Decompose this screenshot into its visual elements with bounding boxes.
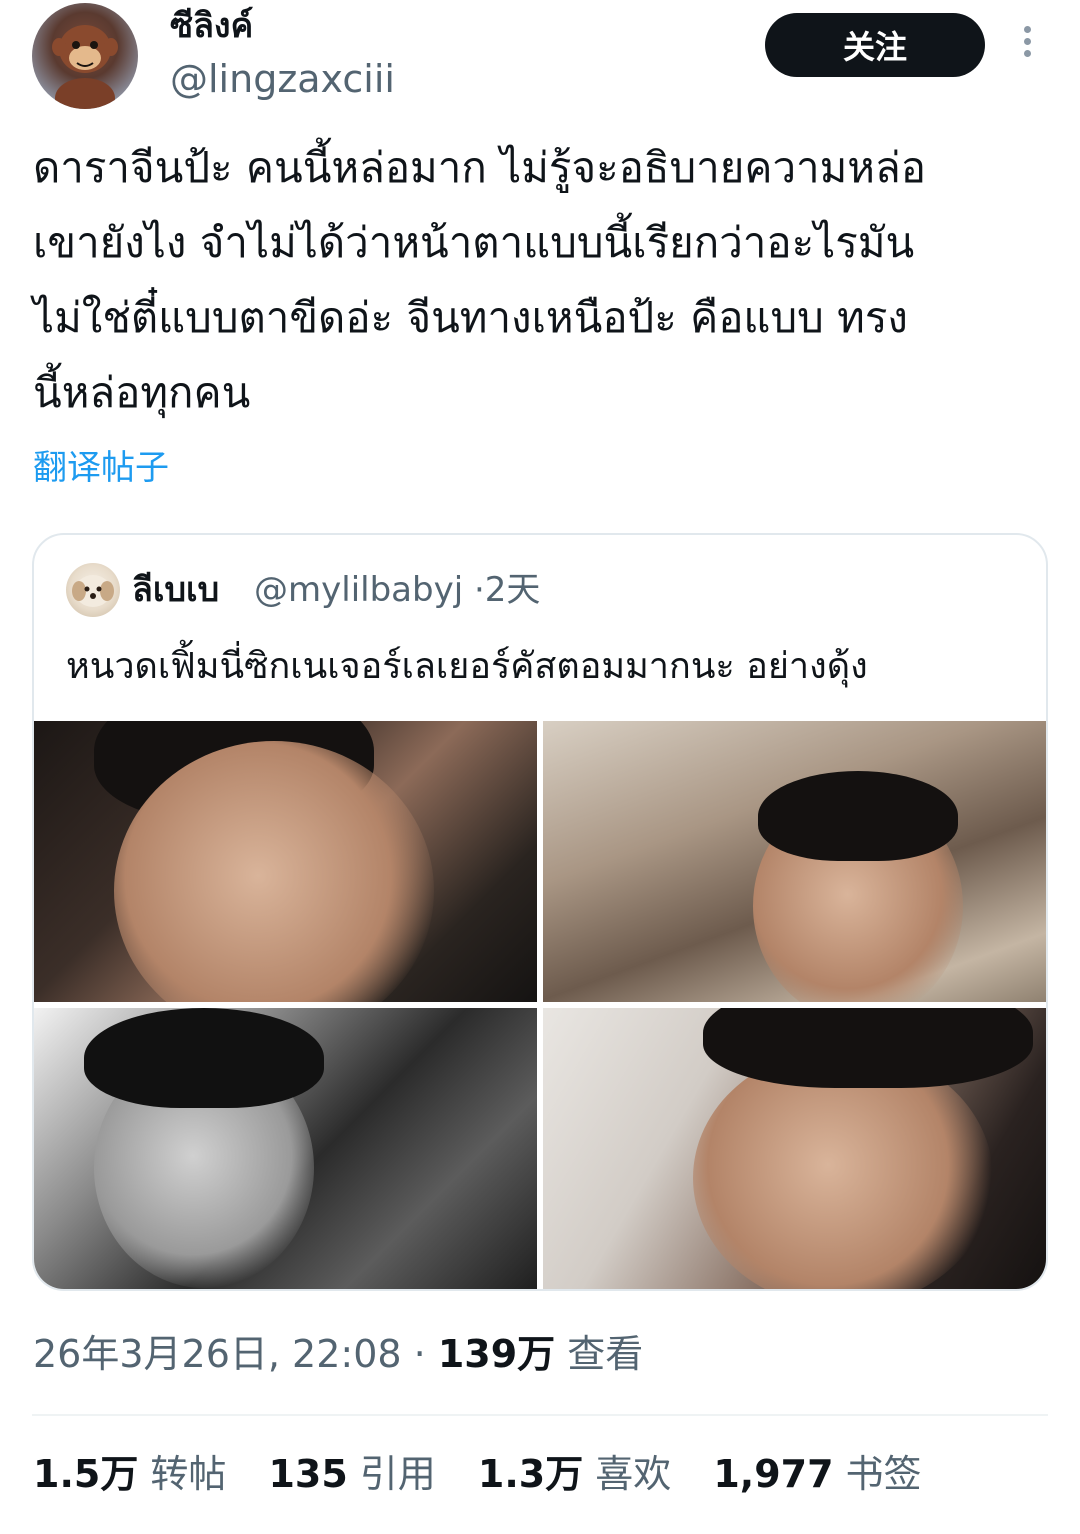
- quote-age: 2天: [484, 570, 541, 610]
- quote-photo-1[interactable]: [34, 721, 537, 1002]
- bookmarks-stat[interactable]: 1,977 书签: [713, 1450, 921, 1498]
- bookmarks-label: 书签: [845, 1452, 922, 1496]
- bookmarks-count: 1,977: [713, 1452, 834, 1496]
- author-avatar[interactable]: [32, 3, 138, 109]
- likes-count: 1.3万: [477, 1452, 584, 1496]
- quote-text: หนวดเฟิ้มนี่ซิกเนเจอร์เลเยอร์คัสตอมมากนะ…: [66, 646, 868, 687]
- divider: [32, 1414, 1048, 1416]
- quote-author-avatar: [66, 563, 120, 617]
- likes-label: 喜欢: [595, 1452, 672, 1496]
- quote-author-meta: @mylilbabyj ·2天: [254, 569, 540, 611]
- tweet-timestamp-row: 26年3月26日, 22:08 · 139万 查看: [33, 1330, 643, 1378]
- likes-stat[interactable]: 1.3万 喜欢: [478, 1450, 671, 1498]
- quote-photo-3[interactable]: [34, 1008, 537, 1289]
- monkey-plush-icon: [52, 25, 118, 109]
- quoted-tweet-card[interactable]: ลีเบเบ @mylilbabyj ·2天 หนวดเฟิ้มนี่ซิกเน…: [32, 533, 1048, 1291]
- quote-photo-2[interactable]: [543, 721, 1046, 1002]
- quotes-label: 引用: [359, 1452, 436, 1496]
- author-display-name[interactable]: ซีลิงค์: [170, 6, 253, 46]
- quote-author-name: ลีเบเบ: [132, 570, 220, 610]
- tweet-text: ดาราจีนป้ะ คนนี้หล่อมาก ไม่รู้จะอธิบายคว…: [33, 143, 926, 417]
- author-handle[interactable]: @lingzaxciii: [170, 56, 395, 102]
- retweets-stat[interactable]: 1.5万 转帖: [33, 1450, 226, 1498]
- more-options-icon[interactable]: [1012, 26, 1042, 66]
- quote-photo-4[interactable]: [543, 1008, 1046, 1289]
- dog-avatar-icon: [72, 575, 114, 607]
- follow-button[interactable]: 关注: [765, 13, 985, 77]
- retweets-label: 转帖: [150, 1452, 227, 1496]
- retweets-count: 1.5万: [33, 1452, 139, 1496]
- quote-meta-separator: ·: [473, 570, 485, 610]
- quotes-stat[interactable]: 135 引用: [268, 1450, 435, 1498]
- quote-author-handle: @mylilbabyj: [254, 570, 464, 610]
- tweet-timestamp[interactable]: 26年3月26日, 22:08: [33, 1332, 402, 1376]
- quotes-count: 135: [268, 1452, 348, 1496]
- engagement-stats: 1.5万 转帖 135 引用 1.3万 喜欢 1,977 书签: [33, 1450, 952, 1498]
- tweet-detail: ซีลิงค์ @lingzaxciii 关注 ดาราจีนป้ะ คนนี้…: [0, 0, 1080, 1534]
- timestamp-separator: ·: [413, 1332, 426, 1376]
- quote-media-grid: [34, 721, 1046, 1289]
- views-label: 查看: [567, 1332, 644, 1376]
- views-count: 139万: [437, 1332, 556, 1376]
- translate-post-link[interactable]: 翻译帖子: [33, 446, 169, 490]
